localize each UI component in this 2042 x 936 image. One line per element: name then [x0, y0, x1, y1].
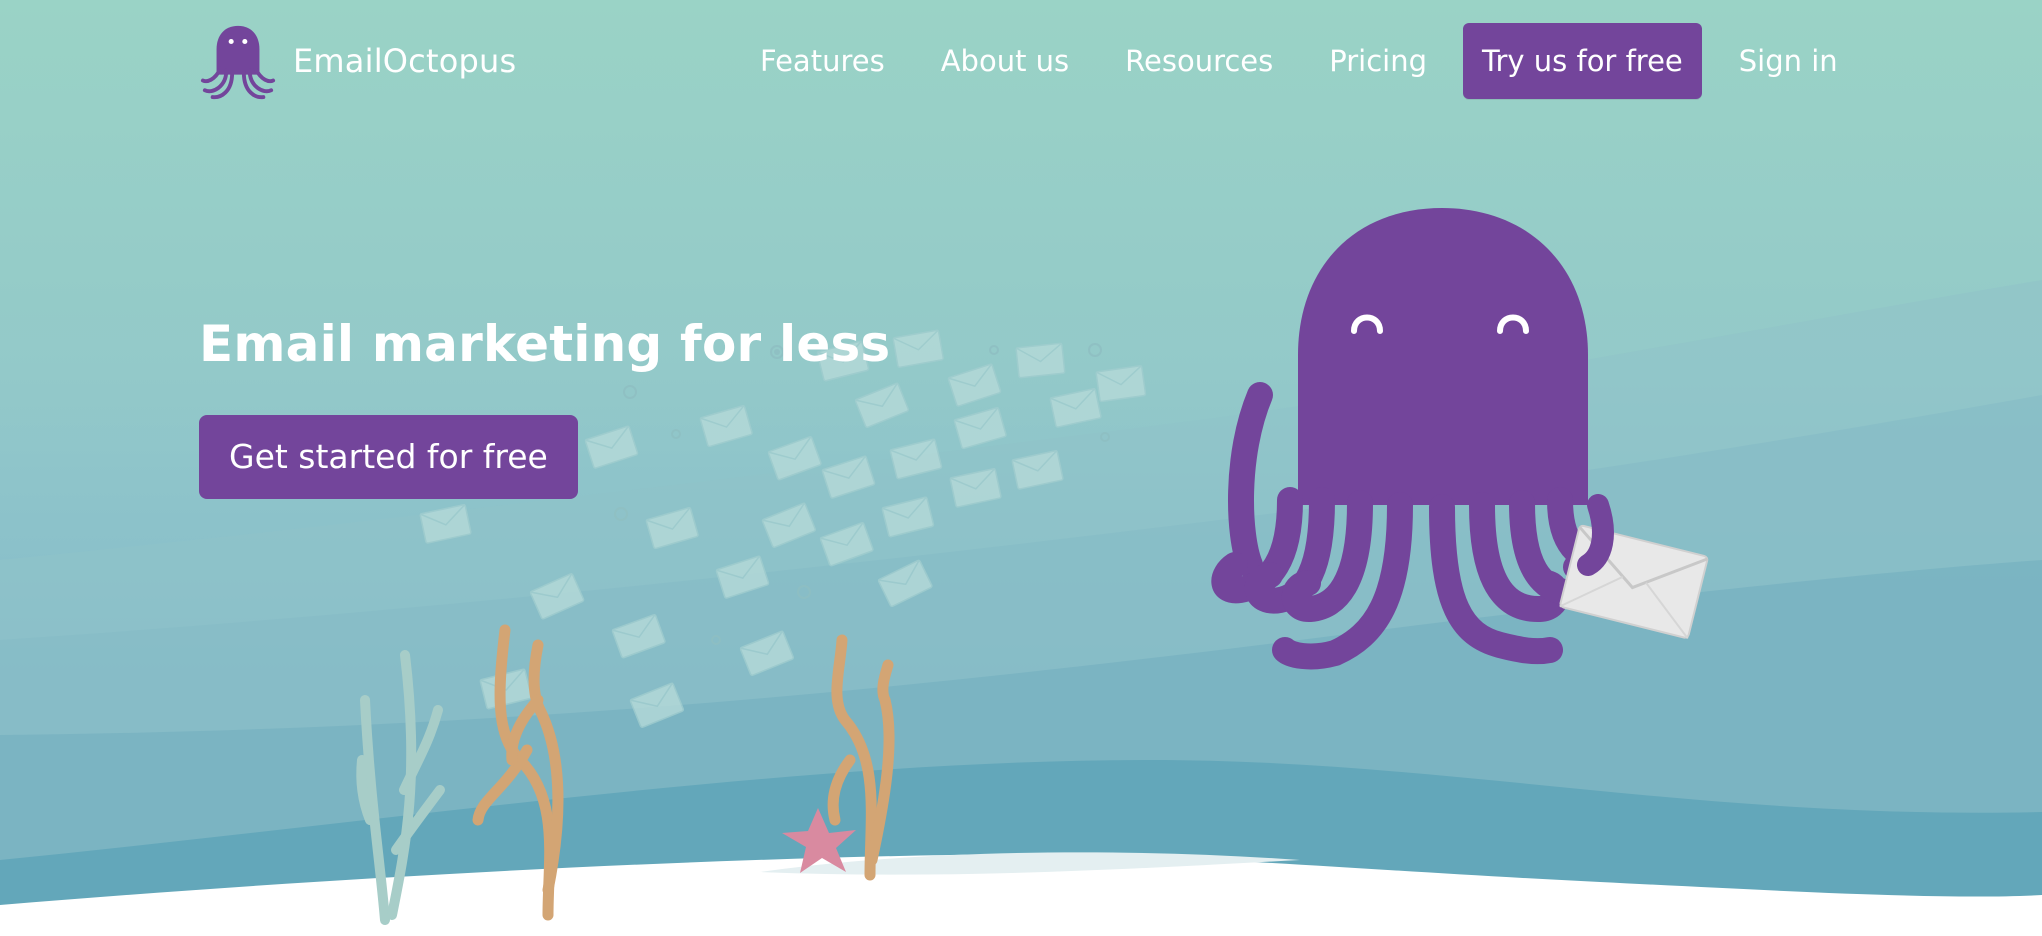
octopus-raised-tentacle: [1228, 382, 1273, 578]
nav-pricing[interactable]: Pricing: [1329, 44, 1427, 78]
site-header: EmailOctopus Features About us Resources…: [0, 0, 2042, 124]
sign-in-link[interactable]: Sign in: [1739, 44, 1838, 78]
main-nav: Features About us Resources Pricing Try …: [760, 23, 1838, 99]
octopus-head: [1298, 208, 1588, 505]
get-started-button[interactable]: Get started for free: [199, 415, 578, 499]
octopus-tentacles: [1211, 487, 1613, 670]
nav-features[interactable]: Features: [760, 44, 885, 78]
hero-section: Email marketing for less Get started for…: [199, 315, 890, 499]
hero-title: Email marketing for less: [199, 315, 891, 373]
brand-logo-link[interactable]: EmailOctopus: [199, 22, 516, 100]
octopus-holding-envelope-icon: [1211, 208, 1709, 670]
nav-about-us[interactable]: About us: [941, 44, 1069, 78]
held-envelope-icon: [1559, 524, 1709, 640]
octopus-logo-icon: [200, 25, 276, 100]
nav-resources[interactable]: Resources: [1125, 44, 1273, 78]
try-for-free-button[interactable]: Try us for free: [1463, 23, 1702, 99]
brand-name: EmailOctopus: [293, 42, 517, 80]
